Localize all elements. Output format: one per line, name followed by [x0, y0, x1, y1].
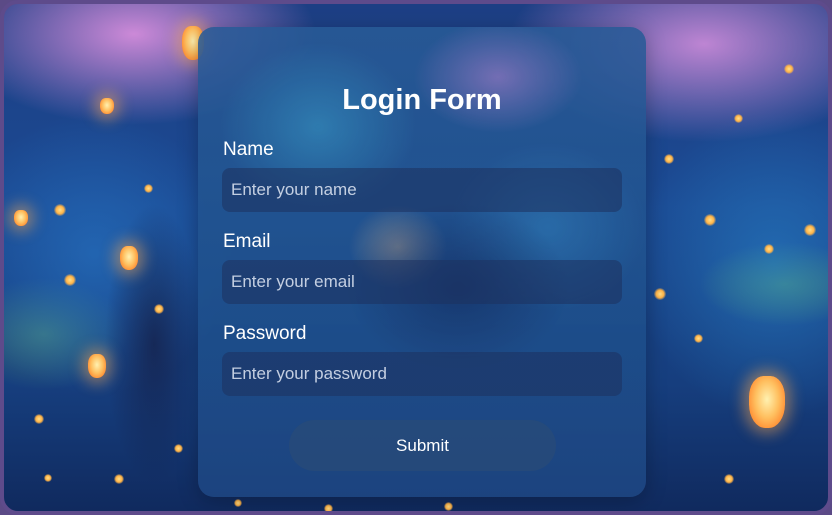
- lantern-decoration: [100, 98, 114, 114]
- firefly-light: [654, 288, 666, 300]
- lantern-decoration: [14, 210, 28, 226]
- password-input[interactable]: [222, 352, 622, 396]
- firefly-light: [154, 304, 164, 314]
- firefly-light: [114, 474, 124, 484]
- lantern-decoration: [749, 376, 785, 428]
- password-label: Password: [223, 323, 307, 344]
- firefly-light: [64, 274, 76, 286]
- firefly-light: [734, 114, 743, 123]
- email-input[interactable]: [222, 260, 622, 304]
- lantern-decoration: [88, 354, 106, 378]
- email-label: Email: [223, 231, 271, 252]
- login-form-card: Login Form Name Email Password Submit: [198, 27, 646, 497]
- window-frame: Login Form Name Email Password Submit: [0, 0, 832, 515]
- lantern-decoration: [120, 246, 138, 270]
- firefly-light: [784, 64, 794, 74]
- firefly-light: [234, 499, 242, 507]
- firefly-light: [704, 214, 716, 226]
- firefly-light: [764, 244, 774, 254]
- firefly-light: [664, 154, 674, 164]
- firefly-light: [804, 224, 816, 236]
- form-title: Login Form: [342, 84, 502, 116]
- firefly-light: [324, 504, 333, 511]
- firefly-light: [694, 334, 703, 343]
- name-input[interactable]: [222, 168, 622, 212]
- firefly-light: [54, 204, 66, 216]
- firefly-light: [144, 184, 153, 193]
- firefly-light: [44, 474, 52, 482]
- firefly-light: [444, 502, 453, 511]
- submit-button[interactable]: Submit: [289, 420, 556, 471]
- firefly-light: [724, 474, 734, 484]
- name-label: Name: [223, 139, 274, 160]
- firefly-light: [174, 444, 183, 453]
- firefly-light: [34, 414, 44, 424]
